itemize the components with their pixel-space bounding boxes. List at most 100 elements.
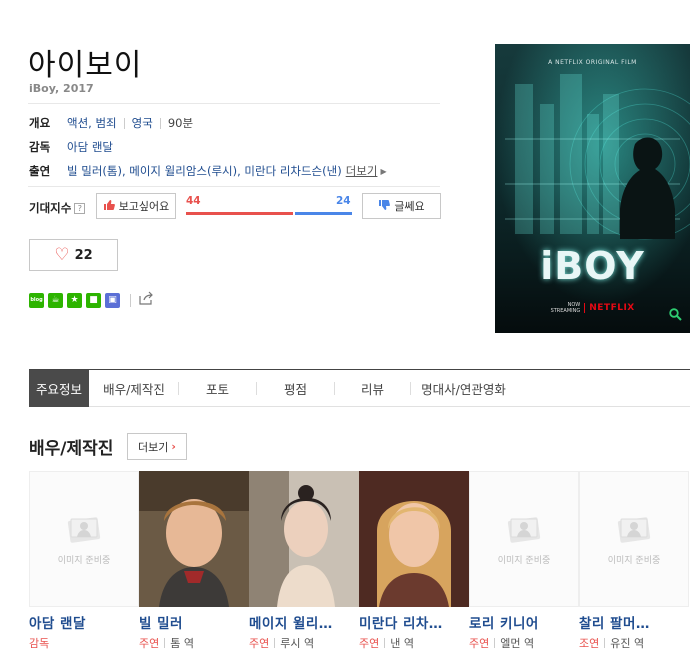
divider [28, 186, 440, 187]
director-row: 감독 아담 랜달 [29, 139, 113, 155]
poster-streaming: NOW STREAMING [550, 302, 581, 314]
memo-share-icon[interactable]: ▣ [105, 292, 120, 308]
cafe-share-icon[interactable]: ☕ [48, 292, 63, 308]
expect-label: 기대지수 ? [29, 200, 86, 216]
expect-ratio-bar [186, 212, 352, 215]
country-link[interactable]: 영국 [132, 115, 153, 131]
movie-subtitle: iBoy, 2017 [29, 82, 94, 95]
tab-2[interactable]: 포토 [179, 370, 256, 407]
cast-role: 주연 낸 역 [359, 635, 414, 651]
want-count: 44 [186, 195, 201, 207]
like-count: 22 [74, 247, 93, 263]
cast-photo[interactable]: 이미지 준비중 [29, 471, 139, 607]
separator [123, 117, 125, 129]
thumbs-down-icon [378, 199, 391, 213]
cast-role: 주연 엘먼 역 [469, 635, 534, 651]
want-to-see-label: 보고싶어요 [118, 200, 170, 213]
band-share-icon[interactable]: ■ [86, 292, 101, 308]
cast-row: 출연 빌 밀러(톰), 메이지 윌리암스(루시), 미란다 리차드슨(낸) 더보… [29, 163, 387, 179]
chevron-right-icon: ▶ [380, 166, 387, 176]
tab-5[interactable]: 명대사/연관영화 [411, 370, 516, 407]
poster-tagline: A NETFLIX ORIGINAL FILM [548, 59, 637, 66]
meh-count: 24 [336, 195, 351, 207]
separator [604, 638, 606, 648]
cast-more-button[interactable]: 더보기 › [127, 433, 187, 460]
meh-button[interactable]: 글쎄요 [362, 193, 441, 219]
tab-0[interactable]: 주요정보 [29, 369, 89, 407]
cast-photo[interactable] [139, 471, 249, 607]
overview-row: 개요 액션, 범죄 영국 90분 [29, 115, 193, 131]
separator [384, 638, 386, 648]
tab-bar: 주요정보 배우/제작진 포토 평점 리뷰 명대사/연관영화 [29, 369, 690, 407]
role-type: 주연 [249, 637, 270, 650]
thumbs-up-icon [103, 199, 115, 213]
role-type: 감독 [29, 637, 50, 650]
bookmark-share-icon[interactable]: ★ [67, 292, 82, 308]
cast-name[interactable]: 빌 밀러 [139, 612, 183, 632]
cast-photo[interactable] [359, 471, 469, 607]
overview-label: 개요 [29, 116, 51, 130]
cast-name[interactable]: 메이지 윌리… [249, 612, 333, 632]
separator [494, 638, 496, 648]
cast-link[interactable]: 빌 밀러(톰), 메이지 윌리암스(루시), 미란다 리차드슨(낸) [67, 163, 342, 179]
director-link[interactable]: 아담 랜달 [67, 139, 113, 155]
want-bar [186, 212, 293, 215]
cast-more-link[interactable]: 더보기 [346, 163, 378, 179]
blog-share-icon[interactable]: blog [29, 292, 44, 308]
share-row: blog ☕ ★ ■ ▣ [29, 291, 154, 309]
runtime: 90분 [167, 116, 194, 130]
role-type: 조연 [579, 637, 600, 650]
cast-role: 감독 [29, 635, 49, 651]
tab-1[interactable]: 배우/제작진 [90, 370, 178, 407]
placeholder-text: 이미지 준비중 [57, 555, 111, 566]
separator [159, 117, 161, 129]
cast-role: 조연 유진 역 [579, 635, 644, 651]
image-placeholder-icon [505, 513, 543, 547]
role-character: 루시 역 [280, 637, 315, 650]
help-icon[interactable]: ? [74, 202, 86, 214]
chevron-right-icon: › [171, 440, 176, 453]
heart-icon: ♡ [54, 244, 70, 265]
poster-logo: iBOY [540, 244, 645, 288]
zoom-icon[interactable] [669, 306, 682, 325]
cast-photo[interactable] [249, 471, 359, 607]
meh-bar [295, 212, 352, 215]
cast-name[interactable]: 미란다 리차… [359, 612, 443, 632]
poster-brand: NETFLIX [589, 303, 635, 313]
cast-name[interactable]: 로리 키니어 [469, 612, 539, 632]
role-type: 주연 [469, 637, 490, 650]
cast-name[interactable]: 찰리 팔머… [579, 612, 650, 632]
like-button[interactable]: ♡ 22 [29, 239, 118, 271]
separator [274, 638, 276, 648]
role-type: 주연 [139, 637, 160, 650]
want-to-see-button[interactable]: 보고싶어요 [96, 193, 176, 219]
placeholder-text: 이미지 준비중 [497, 555, 551, 566]
role-character: 유진 역 [610, 637, 645, 650]
meh-label: 글쎄요 [394, 200, 425, 213]
tab-4[interactable]: 리뷰 [335, 370, 410, 407]
share-icon[interactable] [139, 291, 154, 309]
role-character: 톰 역 [170, 637, 194, 650]
role-type: 주연 [359, 637, 380, 650]
placeholder-text: 이미지 준비중 [607, 555, 661, 566]
cast-role: 주연 톰 역 [139, 635, 194, 651]
cast-photo[interactable]: 이미지 준비중 [579, 471, 689, 607]
movie-poster[interactable]: A NETFLIX ORIGINAL FILM iBOY NOW STREAMI… [495, 44, 690, 333]
cast-photo[interactable]: 이미지 준비중 [469, 471, 579, 607]
image-placeholder-icon [615, 513, 653, 547]
divider [28, 103, 440, 104]
cast-name[interactable]: 아담 랜달 [29, 612, 86, 632]
tab-3[interactable]: 평점 [257, 370, 334, 407]
director-label: 감독 [29, 140, 51, 154]
separator [130, 293, 131, 307]
separator [164, 638, 166, 648]
cast-label: 출연 [29, 164, 51, 178]
separator [584, 303, 586, 313]
image-placeholder-icon [65, 513, 103, 547]
poster-image [495, 44, 690, 333]
role-character: 낸 역 [390, 637, 414, 650]
role-character: 엘먼 역 [500, 637, 535, 650]
genre-link[interactable]: 액션, 범죄 [67, 115, 117, 131]
movie-title: 아이보이 [28, 48, 143, 83]
cast-role: 주연 루시 역 [249, 635, 314, 651]
